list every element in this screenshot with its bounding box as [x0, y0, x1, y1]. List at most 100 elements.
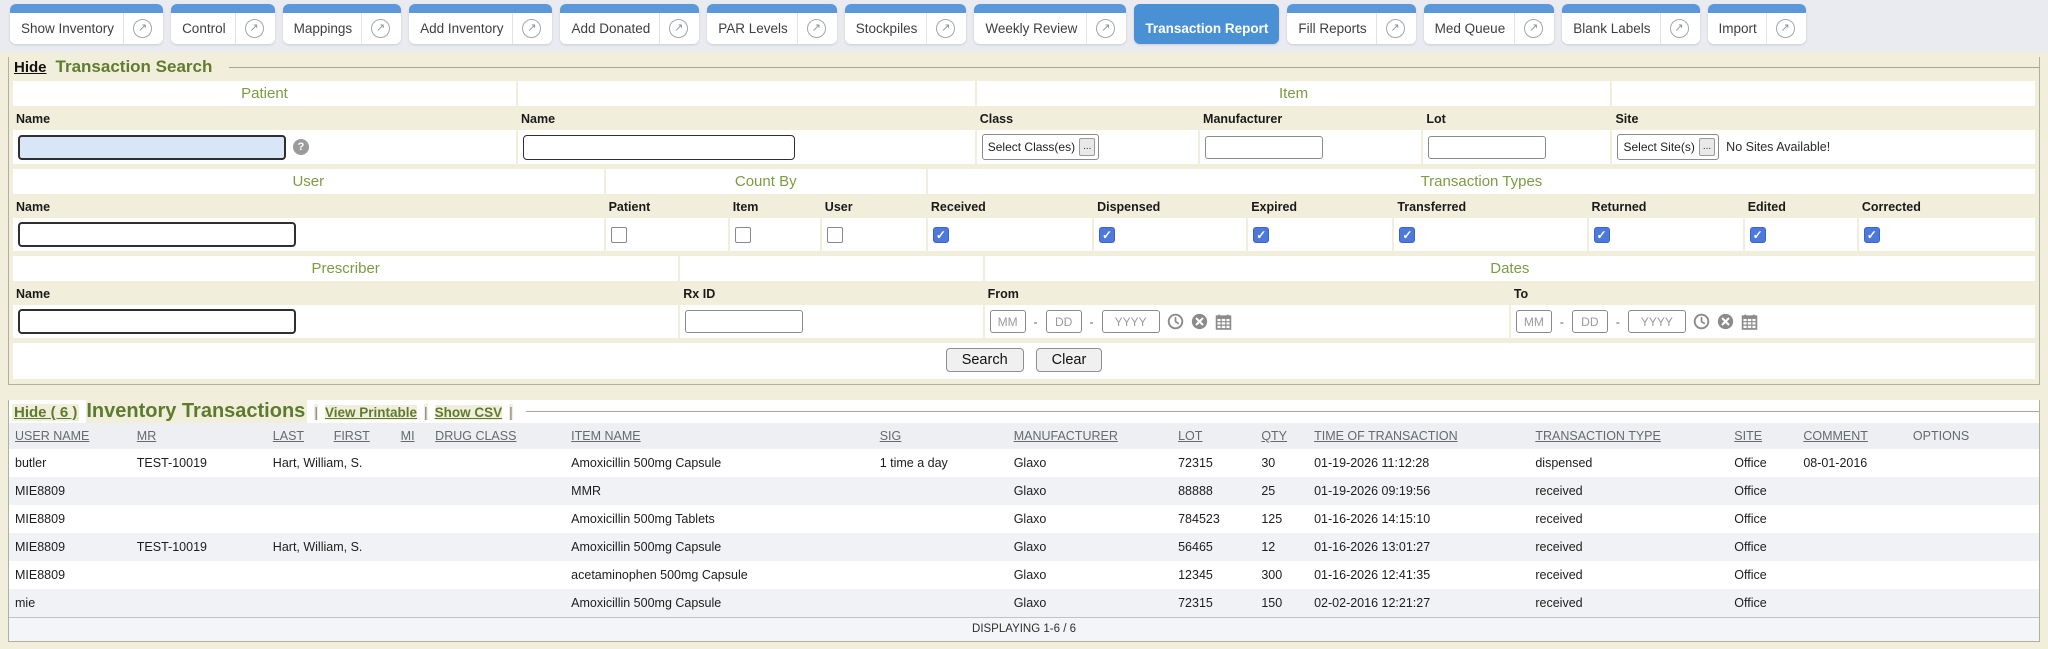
tab-stockpiles[interactable]: Stockpiles↗ [845, 4, 967, 44]
col-transaction-type[interactable]: TRANSACTION TYPE [1529, 423, 1728, 449]
popout-icon[interactable]: ↗ [133, 19, 152, 38]
rx-id-input[interactable] [685, 310, 803, 333]
user-name-input[interactable] [18, 222, 296, 247]
popout-icon[interactable]: ↗ [807, 19, 826, 38]
col-site[interactable]: SITE [1728, 423, 1797, 449]
type-corrected-checkbox[interactable] [1864, 227, 1880, 243]
clear-date-icon[interactable] [1717, 313, 1734, 330]
hide-transactions-link[interactable]: Hide ( 6 ) [12, 404, 79, 421]
to-day-input[interactable] [1572, 310, 1608, 333]
type-dispensed-checkbox[interactable] [1099, 227, 1115, 243]
clock-icon[interactable] [1167, 313, 1184, 330]
popout-icon[interactable]: ↗ [522, 19, 541, 38]
tab-weekly-review[interactable]: Weekly Review↗ [974, 4, 1126, 44]
col-item-name[interactable]: ITEM NAME [565, 423, 874, 449]
popout-icon[interactable]: ↗ [1670, 19, 1689, 38]
tab-divider [512, 13, 513, 44]
help-icon[interactable]: ? [293, 139, 309, 155]
col-mr[interactable]: MR [131, 423, 267, 449]
popout-icon[interactable]: ↗ [669, 19, 688, 38]
patient-name-input[interactable] [18, 135, 286, 160]
col-manufacturer[interactable]: MANUFACTURER [1008, 423, 1172, 449]
cell-mi [395, 505, 430, 533]
tab-accent-bar [171, 4, 275, 13]
col-first[interactable]: FIRST [328, 423, 395, 449]
count-by-user-checkbox[interactable] [827, 227, 843, 243]
search-button[interactable]: Search [946, 348, 1024, 372]
count-by-item-checkbox[interactable] [735, 227, 751, 243]
hide-search-link[interactable]: Hide [12, 59, 49, 76]
site-select-button[interactable]: ... [1699, 138, 1715, 156]
to-month-input[interactable] [1516, 310, 1552, 333]
popout-icon[interactable]: ↗ [1386, 19, 1405, 38]
popout-icon[interactable]: ↗ [371, 19, 390, 38]
calendar-icon[interactable] [1741, 313, 1758, 330]
cell-mi [395, 561, 430, 589]
cell-last: Hart, William, S. [267, 533, 328, 561]
col-sig[interactable]: SIG [874, 423, 1008, 449]
clear-date-icon[interactable] [1191, 313, 1208, 330]
col-lot[interactable]: LOT [1172, 423, 1255, 449]
from-year-input[interactable] [1102, 310, 1160, 333]
cell-mr: TEST-10019 [131, 449, 267, 477]
col-mi[interactable]: MI [395, 423, 430, 449]
tab-fill-reports[interactable]: Fill Reports ↗ [1287, 4, 1415, 44]
manufacturer-input[interactable] [1205, 136, 1323, 159]
tab-add-inventory[interactable]: Add Inventory↗ [409, 4, 552, 44]
popout-icon[interactable]: ↗ [1776, 19, 1795, 38]
clear-button[interactable]: Clear [1036, 348, 1103, 372]
cell-mi [395, 477, 430, 505]
class-select[interactable]: Select Class(es)... [982, 134, 1100, 160]
col-comment[interactable]: COMMENT [1797, 423, 1907, 449]
tab-import[interactable]: Import↗ [1708, 4, 1806, 44]
tab-label: Transaction Report [1145, 21, 1268, 36]
site-select[interactable]: Select Site(s)... [1617, 134, 1719, 160]
item-name-input[interactable] [523, 135, 795, 160]
tab-label: Fill Reports [1298, 21, 1366, 36]
col-time-of-transaction[interactable]: TIME OF TRANSACTION [1308, 423, 1529, 449]
count-by-patient-checkbox[interactable] [611, 227, 627, 243]
popout-icon[interactable]: ↗ [245, 19, 264, 38]
type-expired-checkbox[interactable] [1253, 227, 1269, 243]
table-row: butler TEST-10019 Hart, William, S. Amox… [9, 449, 2039, 477]
tab-control[interactable]: Control↗ [171, 4, 275, 44]
type-edited-checkbox[interactable] [1750, 227, 1766, 243]
dates-section-header: Dates [985, 256, 2035, 281]
prescriber-name-input[interactable] [18, 309, 296, 334]
col-drug-class[interactable]: DRUG CLASS [429, 423, 565, 449]
from-month-input[interactable] [990, 310, 1026, 333]
cell-manufacturer: Glaxo [1008, 477, 1172, 505]
type-received-checkbox[interactable] [933, 227, 949, 243]
calendar-icon[interactable] [1215, 313, 1232, 330]
popout-icon[interactable]: ↗ [936, 19, 955, 38]
tab-med-queue[interactable]: Med Queue↗ [1424, 4, 1555, 44]
view-printable-link[interactable]: View Printable [325, 405, 417, 420]
type-returned-checkbox[interactable] [1594, 227, 1610, 243]
to-year-input[interactable] [1628, 310, 1686, 333]
cell-time-of-transaction: 01-19-2026 09:19:56 [1308, 477, 1529, 505]
tab-transaction-report[interactable]: Transaction Report [1134, 4, 1279, 44]
from-day-input[interactable] [1046, 310, 1082, 333]
tab-add-donated[interactable]: Add Donated↗ [560, 4, 699, 44]
clock-icon[interactable] [1693, 313, 1710, 330]
table-row: MIE8809 MMR Glaxo 88888 25 01-19-2026 09… [9, 477, 2039, 505]
cell-options [1907, 477, 2039, 505]
tab-blank-labels[interactable]: Blank Labels↗ [1562, 4, 1699, 44]
col-qty[interactable]: QTY [1255, 423, 1308, 449]
cell-user-name: butler [9, 449, 131, 477]
popout-icon[interactable]: ↗ [1096, 19, 1115, 38]
tab-par-levels[interactable]: PAR Levels↗ [707, 4, 837, 44]
cell-options [1907, 505, 2039, 533]
col-last[interactable]: LAST [267, 423, 328, 449]
tab-mappings[interactable]: Mappings↗ [283, 4, 402, 44]
col-user-name[interactable]: USER NAME [9, 423, 131, 449]
type-transferred-checkbox[interactable] [1399, 227, 1415, 243]
cell-site: Office [1728, 561, 1797, 589]
lot-input[interactable] [1428, 136, 1546, 159]
cell-drug-class [429, 477, 565, 505]
inventory-transactions-panel: Hide ( 6 ) Inventory Transactions | View… [8, 400, 2040, 642]
show-csv-link[interactable]: Show CSV [435, 405, 503, 420]
tab-show-inventory[interactable]: Show Inventory↗ [10, 4, 163, 44]
class-select-button[interactable]: ... [1079, 138, 1095, 156]
popout-icon[interactable]: ↗ [1524, 19, 1543, 38]
